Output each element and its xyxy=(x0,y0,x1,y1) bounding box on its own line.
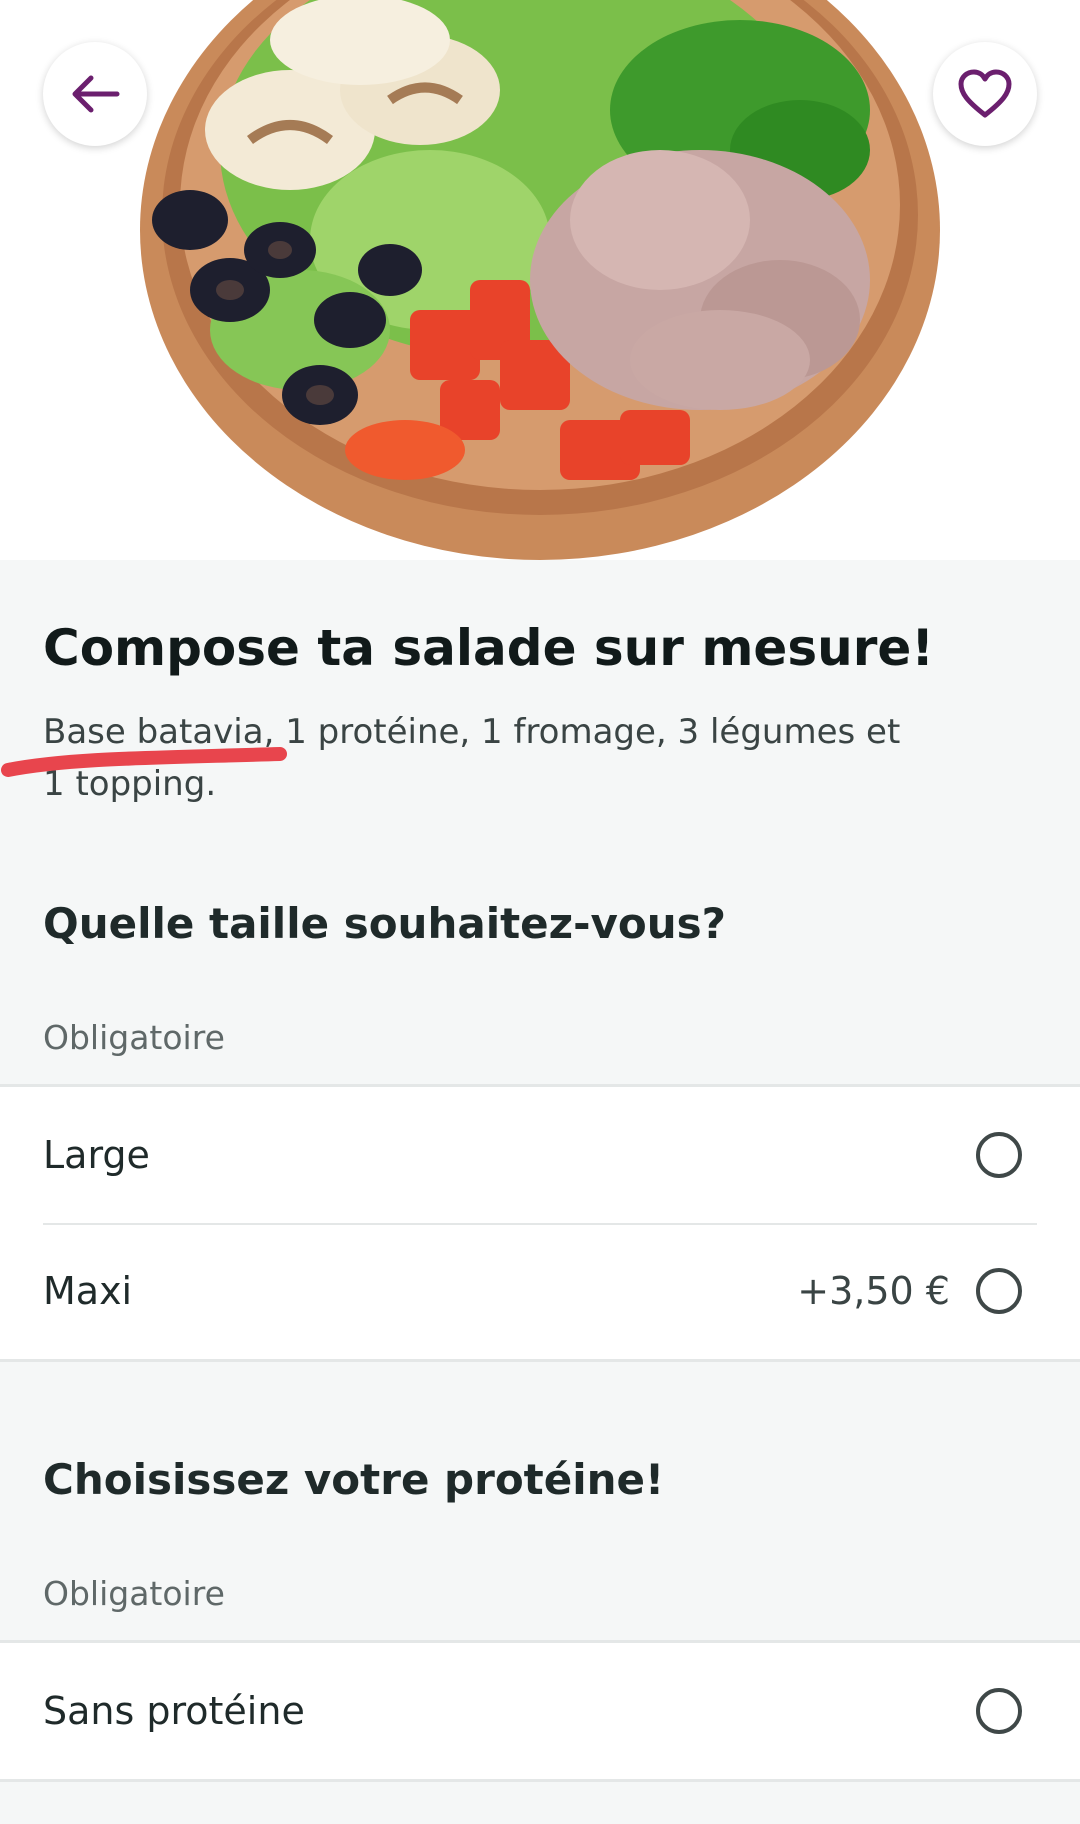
option-price: +3,50 € xyxy=(797,1269,950,1313)
option-sans-proteine[interactable]: Sans protéine xyxy=(0,1643,1080,1779)
heart-outline-icon xyxy=(958,69,1012,118)
size-options: Large Maxi +3,50 € xyxy=(0,1084,1080,1362)
radio-button[interactable] xyxy=(976,1268,1022,1314)
required-note-size: Obligatoire xyxy=(43,1018,225,1057)
product-image xyxy=(0,0,1080,560)
product-detail-screen: Compose ta salade sur mesure! Base batav… xyxy=(0,0,1080,1824)
protein-options: Sans protéine xyxy=(0,1640,1080,1782)
option-label: Maxi xyxy=(43,1269,133,1313)
favorite-button[interactable] xyxy=(933,42,1037,146)
required-note-protein: Obligatoire xyxy=(43,1574,225,1613)
option-maxi[interactable]: Maxi +3,50 € xyxy=(0,1223,1080,1359)
section-heading-size: Quelle taille souhaitez-vous? xyxy=(43,899,727,948)
option-large[interactable]: Large xyxy=(0,1087,1080,1223)
salad-bowl-illustration xyxy=(0,0,1080,560)
option-label: Large xyxy=(43,1133,150,1177)
option-label: Sans protéine xyxy=(43,1689,305,1733)
radio-button[interactable] xyxy=(976,1688,1022,1734)
section-heading-protein: Choisissez votre protéine! xyxy=(43,1455,665,1504)
arrow-left-icon xyxy=(72,75,120,113)
radio-button[interactable] xyxy=(976,1132,1022,1178)
product-description: Base batavia, 1 protéine, 1 fromage, 3 l… xyxy=(43,712,901,804)
back-button[interactable] xyxy=(43,42,147,146)
product-title: Compose ta salade sur mesure! xyxy=(43,619,935,677)
